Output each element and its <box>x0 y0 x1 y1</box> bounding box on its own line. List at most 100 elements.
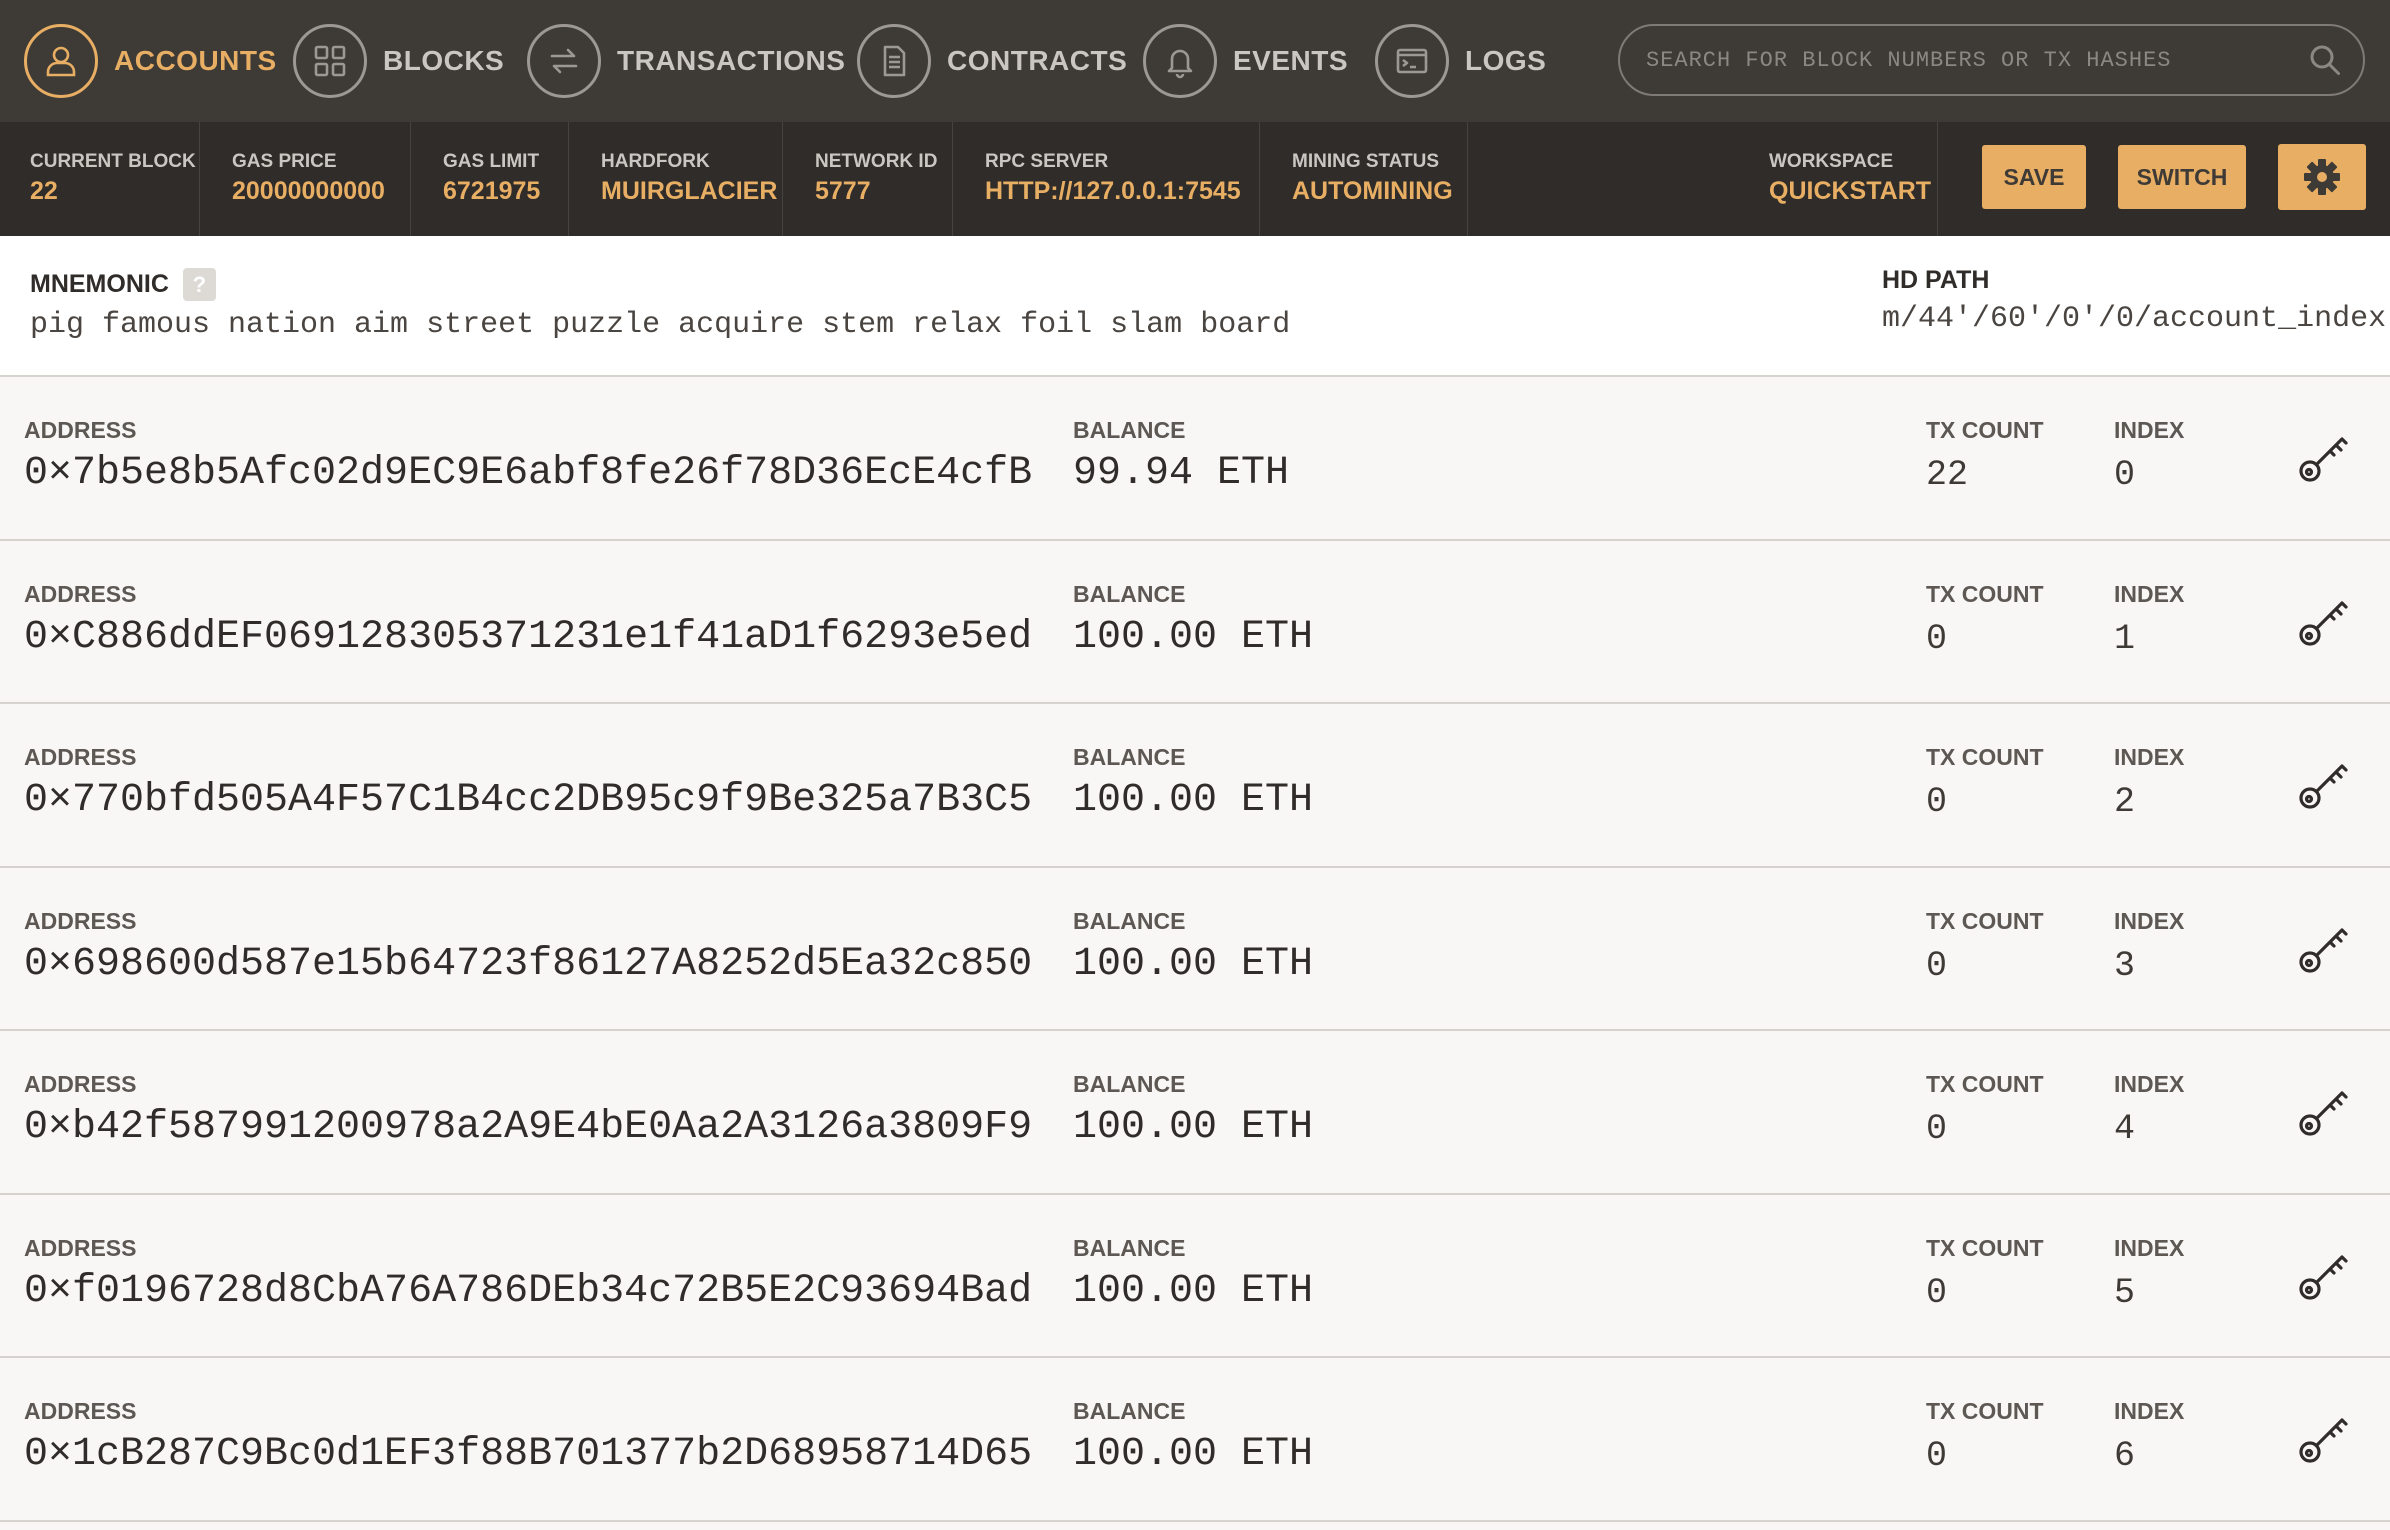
account-balance: 100.00 ETH <box>1073 614 1314 660</box>
stat-label: HARDFORK <box>601 151 710 172</box>
address-label: ADDRESS <box>24 580 137 607</box>
account-row[interactable]: ADDRESS 0×770bfd505A4F57C1B4cc2DB95c9f9B… <box>0 704 2390 868</box>
stat-value: QUICKSTART <box>1769 177 1932 205</box>
stat-label: GAS LIMIT <box>443 151 540 172</box>
mnemonic-label: MNEMONIC <box>30 270 169 298</box>
tx-count-label: TX COUNT <box>1926 907 2044 934</box>
address-label: ADDRESS <box>24 907 137 934</box>
account-index: 4 <box>2114 1109 2136 1149</box>
account-tx-count: 0 <box>1926 1272 1948 1313</box>
key-icon[interactable] <box>2296 1247 2352 1303</box>
account-address: 0×770bfd505A4F57C1B4cc2DB95c9f9Be325a7B3… <box>24 778 1033 823</box>
tx-count-label: TX COUNT <box>1926 417 2044 443</box>
key-icon[interactable] <box>2296 429 2352 485</box>
stat-network-id: NETWORK ID 5777 <box>783 122 953 236</box>
terminal-icon <box>1375 24 1449 98</box>
bell-icon <box>1143 24 1217 98</box>
nav-tab-label: CONTRACTS <box>947 45 1128 76</box>
stat-value: HTTP://127.0.0.1:7545 <box>985 177 1241 205</box>
mnemonic-heading: MNEMONIC ? <box>30 268 216 301</box>
mnemonic-panel: MNEMONIC ? pig famous nation aim street … <box>0 236 2390 377</box>
account-balance: 100.00 ETH <box>1073 1105 1314 1150</box>
key-icon[interactable] <box>2296 593 2352 649</box>
search-box <box>1618 24 2365 96</box>
index-label: INDEX <box>2114 744 2185 770</box>
address-label: ADDRESS <box>24 1234 137 1261</box>
account-row[interactable]: ADDRESS 0×698600d587e15b64723f86127A8252… <box>0 867 2390 1031</box>
address-label: ADDRESS <box>24 417 137 443</box>
save-button[interactable]: SAVE <box>1982 145 2086 209</box>
stat-label: RPC SERVER <box>985 151 1109 172</box>
nav-tab-logs[interactable]: LOGS <box>1375 23 1546 99</box>
user-icon <box>24 24 98 98</box>
key-icon[interactable] <box>2296 1410 2352 1466</box>
stat-value: AUTOMINING <box>1292 177 1453 205</box>
nav-tab-label: TRANSACTIONS <box>617 45 846 76</box>
search-input[interactable] <box>1646 47 2307 73</box>
help-icon[interactable]: ? <box>182 268 216 301</box>
contracts-icon <box>857 24 931 98</box>
balance-label: BALANCE <box>1073 907 1186 934</box>
nav-tab-label: EVENTS <box>1233 45 1349 76</box>
account-address: 0×f0196728d8CbA76A786DEb34c72B5E2C93694B… <box>24 1268 1033 1314</box>
index-label: INDEX <box>2114 1398 2185 1424</box>
balance-label: BALANCE <box>1073 417 1186 443</box>
account-row[interactable]: ADDRESS 0×1cB287C9Bc0d1EF3f88B701377b2D6… <box>0 1358 2390 1522</box>
stat-hardfork: HARDFORK MUIRGLACIER <box>569 122 783 236</box>
stat-value: 5777 <box>815 177 871 205</box>
account-row[interactable]: ADDRESS 0×7b5e8b5Afc02d9EC9E6abf8fe26f78… <box>0 377 2390 541</box>
tx-count-label: TX COUNT <box>1926 744 2044 770</box>
stat-mining-status: MINING STATUS AUTOMINING <box>1260 122 1468 236</box>
tx-count-label: TX COUNT <box>1926 580 2044 607</box>
account-balance: 100.00 ETH <box>1073 1268 1314 1314</box>
search-icon[interactable] <box>2307 42 2343 78</box>
nav-tab-contracts[interactable]: CONTRACTS <box>857 23 1127 99</box>
key-icon[interactable] <box>2296 756 2352 812</box>
account-balance: 100.00 ETH <box>1073 778 1314 823</box>
key-icon[interactable] <box>2296 920 2352 976</box>
account-tx-count: 22 <box>1926 455 1969 495</box>
index-label: INDEX <box>2114 1071 2185 1097</box>
nav-tab-blocks[interactable]: BLOCKS <box>293 23 504 99</box>
account-balance: 100.00 ETH <box>1073 1432 1314 1477</box>
stat-label: GAS PRICE <box>232 151 337 172</box>
switch-button[interactable]: SWITCH <box>2118 145 2246 209</box>
account-address: 0×698600d587e15b64723f86127A8252d5Ea32c8… <box>24 941 1033 987</box>
gear-icon <box>2304 159 2340 195</box>
key-icon[interactable] <box>2296 1083 2352 1139</box>
account-row[interactable]: ADDRESS 0×b42f587991200978a2A9E4bE0Aa2A3… <box>0 1031 2390 1195</box>
account-row[interactable]: ADDRESS 0×f0196728d8CbA76A786DEb34c72B5E… <box>0 1194 2390 1358</box>
account-index: 2 <box>2114 782 2136 822</box>
account-address: 0×1cB287C9Bc0d1EF3f88B701377b2D68958714D… <box>24 1432 1033 1477</box>
balance-label: BALANCE <box>1073 1234 1186 1261</box>
account-index: 0 <box>2114 455 2136 495</box>
stat-value: 22 <box>30 177 58 205</box>
account-index: 6 <box>2114 1436 2136 1476</box>
status-bar: CURRENT BLOCK 22 GAS PRICE 20000000000 G… <box>0 122 2390 236</box>
account-tx-count: 0 <box>1926 782 1948 822</box>
stat-gas-price: GAS PRICE 20000000000 <box>200 122 411 236</box>
account-tx-count: 0 <box>1926 1436 1948 1476</box>
nav-tab-accounts[interactable]: ACCOUNTS <box>24 23 277 99</box>
account-index: 3 <box>2114 945 2136 986</box>
nav-tab-transactions[interactable]: TRANSACTIONS <box>527 23 845 99</box>
account-tx-count: 0 <box>1926 618 1948 659</box>
account-address: 0×C886ddEF069128305371231e1f41aD1f6293e5… <box>24 614 1033 660</box>
index-label: INDEX <box>2114 417 2185 443</box>
stat-value: 6721975 <box>443 177 541 205</box>
mnemonic-words: pig famous nation aim street puzzle acqu… <box>30 308 1291 342</box>
account-balance: 99.94 ETH <box>1073 451 1290 496</box>
account-address: 0×b42f587991200978a2A9E4bE0Aa2A3126a3809… <box>24 1105 1033 1150</box>
account-row[interactable]: ADDRESS 0×C886ddEF069128305371231e1f41aD… <box>0 540 2390 704</box>
settings-button[interactable] <box>2278 144 2366 210</box>
stat-workspace: WORKSPACE QUICKSTART <box>1748 122 1938 236</box>
nav-tab-events[interactable]: EVENTS <box>1143 23 1348 99</box>
stat-gas-limit: GAS LIMIT 6721975 <box>411 122 569 236</box>
accounts-list: ADDRESS 0×7b5e8b5Afc02d9EC9E6abf8fe26f78… <box>0 377 2390 1522</box>
nav-tab-label: ACCOUNTS <box>114 45 277 76</box>
index-label: INDEX <box>2114 1234 2185 1261</box>
index-label: INDEX <box>2114 907 2185 934</box>
hd-path-value: m/44'/60'/0'/0/account_index <box>1882 302 2387 336</box>
hd-path-label: HD PATH <box>1882 266 1990 294</box>
balance-label: BALANCE <box>1073 744 1186 770</box>
